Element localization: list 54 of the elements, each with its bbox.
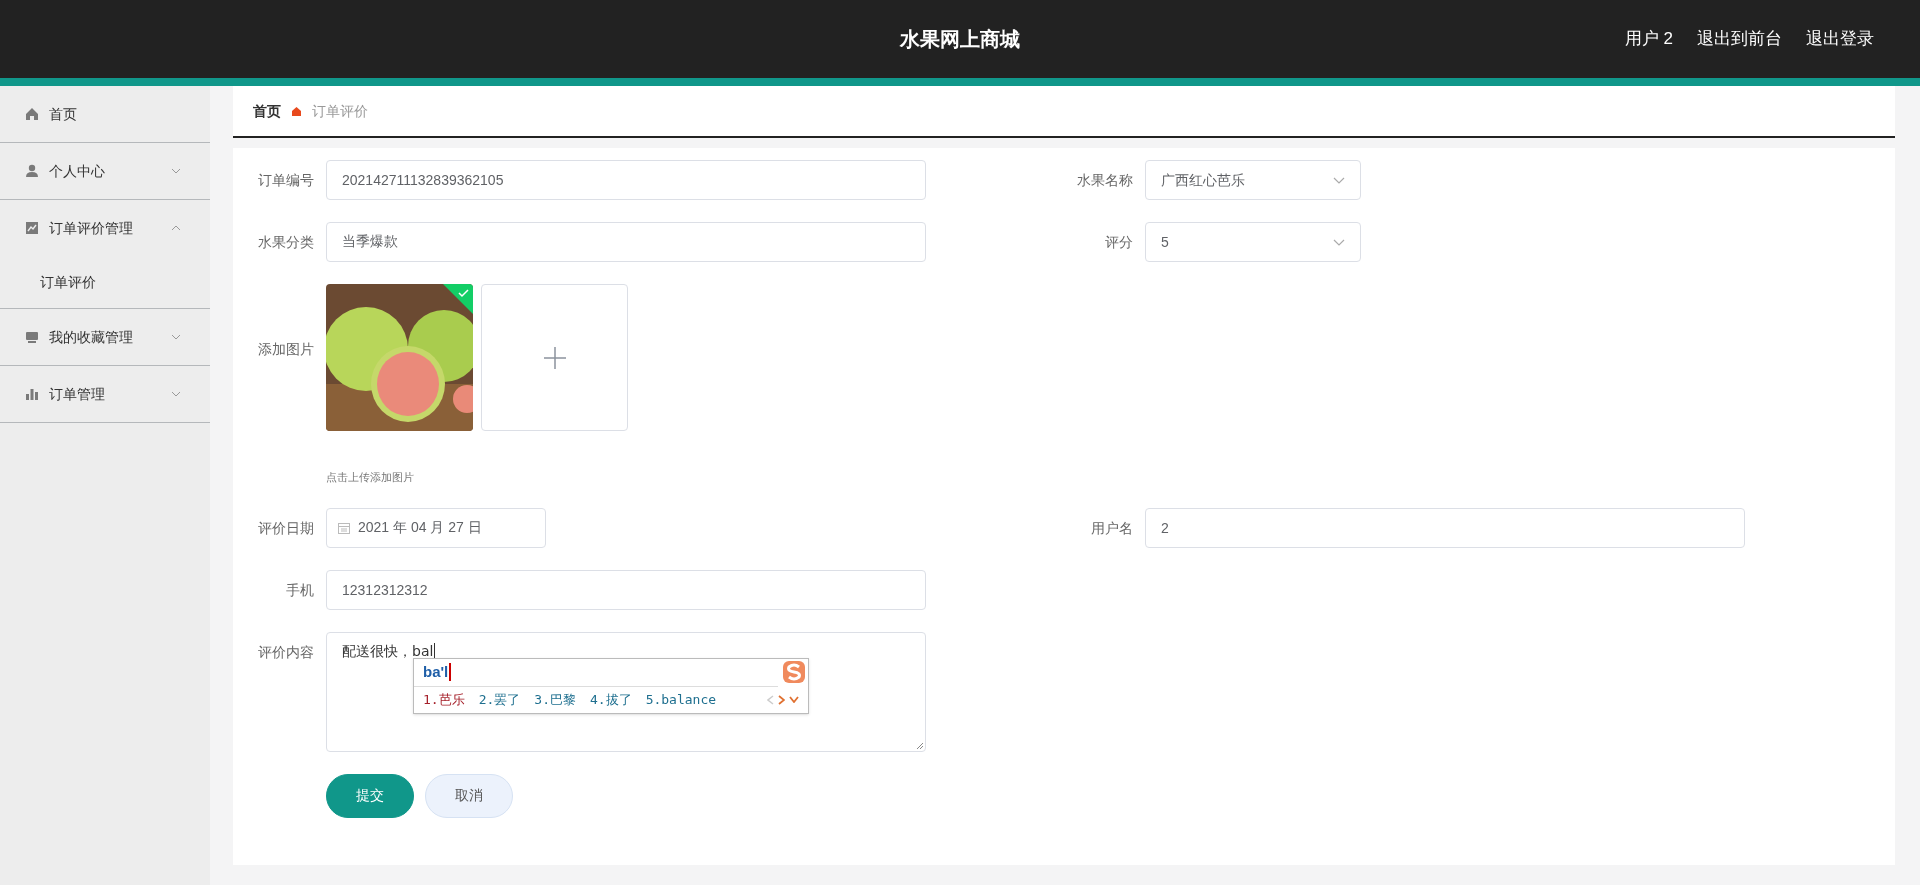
select-field[interactable]: 广西红心芭乐 bbox=[1145, 160, 1361, 200]
chevron-left-icon bbox=[767, 694, 774, 705]
field-label: 水果名称 bbox=[1076, 171, 1133, 190]
chart-icon bbox=[25, 221, 39, 235]
header-link[interactable]: 退出到前台 bbox=[1697, 26, 1782, 52]
bar-chart-icon bbox=[25, 387, 39, 401]
breadcrumb-link[interactable]: 首页 bbox=[253, 100, 281, 122]
ime-candidate[interactable]: 3.巴黎 bbox=[534, 689, 576, 710]
submit-button[interactable]: 提交 bbox=[326, 773, 414, 818]
field-label: 用户名 bbox=[1090, 518, 1133, 538]
ime-candidate[interactable]: 1.芭乐 bbox=[423, 689, 465, 710]
text-field[interactable]: 12312312312 bbox=[326, 569, 926, 610]
date-field[interactable]: 2021 年 04 月 27 日 bbox=[326, 507, 546, 548]
text-field[interactable]: 当季爆款 bbox=[326, 222, 926, 262]
field-label: 手机 bbox=[285, 580, 314, 600]
calendar-icon bbox=[338, 521, 350, 534]
text-area[interactable]: 配送很快，bal ba'l 1.芭乐 2.罢了 3.巴黎 4.拔了 5.balance bbox=[326, 631, 926, 752]
text-field[interactable]: 202142711132839362105 bbox=[326, 160, 926, 200]
select-field[interactable]: 5 bbox=[1145, 222, 1361, 262]
upload-hint: 点击上传添加图片 bbox=[326, 470, 415, 485]
header-link[interactable]: 退出登录 bbox=[1806, 26, 1874, 52]
chevron-right-icon bbox=[778, 694, 785, 705]
ime-candidate[interactable]: 2.罢了 bbox=[478, 689, 521, 710]
field-label: 添加图片 bbox=[257, 340, 314, 359]
field-label: 评价日期 bbox=[257, 518, 314, 538]
menu-item[interactable]: 订单管理 bbox=[0, 366, 210, 422]
ime-composition: ba'l bbox=[423, 663, 452, 681]
tray-icon bbox=[25, 330, 39, 344]
field-label: 订单编号 bbox=[257, 171, 314, 190]
header-link[interactable]: 用户 2 bbox=[1624, 26, 1673, 52]
text-field[interactable]: 2 bbox=[1145, 507, 1745, 548]
chevron-down-icon bbox=[789, 696, 799, 703]
menu-item[interactable]: 订单评价管理 bbox=[0, 200, 210, 256]
site-title: 水果网上商城 bbox=[900, 27, 1020, 52]
user-icon bbox=[25, 164, 39, 178]
upload-button[interactable] bbox=[481, 284, 628, 431]
field-label: 评价内容 bbox=[257, 642, 314, 662]
menu-item[interactable]: 首页 bbox=[0, 86, 210, 142]
resize-handle-icon bbox=[916, 741, 924, 750]
ime-candidate[interactable]: 5.balance bbox=[645, 689, 717, 710]
menu-item[interactable]: 个人中心 bbox=[0, 143, 210, 199]
submenu-item[interactable]: 订单评价 bbox=[0, 256, 210, 308]
check-icon bbox=[443, 284, 473, 314]
ime-candidate[interactable]: 4.拔了 bbox=[589, 689, 632, 710]
home-icon bbox=[25, 107, 39, 121]
home-icon bbox=[291, 105, 302, 117]
cancel-button[interactable]: 取消 bbox=[425, 773, 513, 818]
chevron-down-icon bbox=[1333, 238, 1345, 246]
chevron-down-icon bbox=[1333, 176, 1345, 184]
menu-item[interactable]: 我的收藏管理 bbox=[0, 309, 210, 365]
field-label: 评分 bbox=[1104, 233, 1133, 252]
logo-icon bbox=[782, 659, 806, 684]
field-label: 水果分类 bbox=[257, 233, 314, 252]
plus-icon bbox=[542, 345, 567, 370]
